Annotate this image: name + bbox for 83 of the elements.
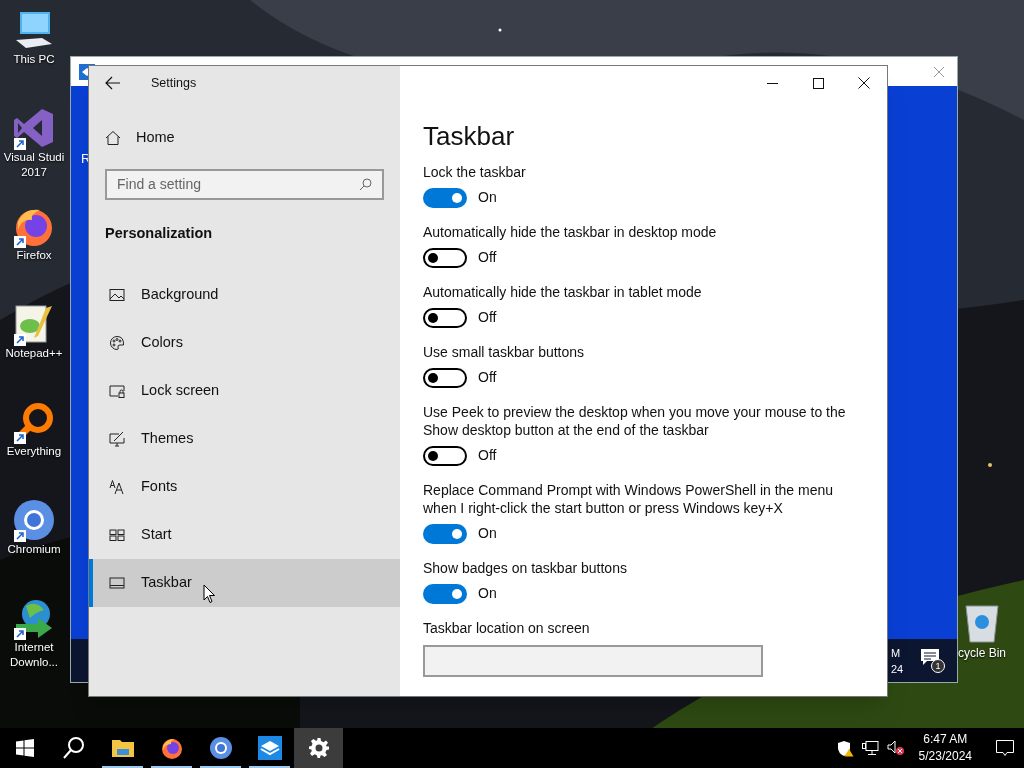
- fox-globe-icon: [159, 736, 184, 760]
- desktop-icon-label[interactable]: Visual Studi 2017: [0, 150, 68, 180]
- search-icon: [359, 178, 372, 191]
- nav-item[interactable]: Background: [89, 270, 400, 319]
- shield-warning-icon[interactable]: [836, 739, 854, 757]
- notification-badge: 1: [931, 658, 945, 673]
- windows-logo-icon: [15, 739, 34, 757]
- taskbar-icon: [109, 574, 125, 591]
- tiles-icon: [109, 526, 125, 543]
- nav-item[interactable]: Colors: [89, 318, 400, 367]
- back-arrow-icon[interactable]: [105, 75, 121, 91]
- toggle-status: Off: [478, 368, 497, 387]
- nav-item[interactable]: Start: [89, 510, 400, 559]
- settings-icon: [308, 738, 329, 758]
- close-icon[interactable]: [933, 65, 945, 78]
- setting-label: Use Peek to preview the desktop when you move your mouse to the Show desktop button at the end of the taskbar: [423, 403, 847, 439]
- infinity-ribbon-icon: [12, 106, 56, 150]
- toggle-switch[interactable]: [423, 367, 467, 388]
- clock-time: M: [891, 645, 901, 661]
- desktop-icon-label[interactable]: Everything: [6, 444, 62, 459]
- taskbar-button[interactable]: [294, 728, 343, 768]
- shortcut-arrow-icon: [14, 628, 26, 640]
- action-center-icon[interactable]: [996, 739, 1014, 757]
- shortcut-arrow-icon: [14, 530, 26, 542]
- setting-label: Replace Command Prompt with Windows PowerShell in the menu when I right-click the start button or press Windows key+X: [423, 481, 835, 517]
- message-icon[interactable]: [921, 648, 939, 665]
- brush-monitor-icon: [109, 430, 125, 447]
- nav-item[interactable]: Themes: [89, 414, 400, 463]
- desktop-icon-label[interactable]: Notepad++: [5, 346, 63, 361]
- network-icon[interactable]: [861, 740, 879, 756]
- toggle-switch[interactable]: [423, 307, 467, 328]
- setting-label: Automatically hide the taskbar in tablet mode: [423, 283, 703, 301]
- toggle-status: On: [478, 524, 497, 543]
- setting-label: Taskbar location on screen: [423, 619, 591, 637]
- search-placeholder: Find a setting: [117, 175, 202, 194]
- location-dropdown[interactable]: [423, 645, 763, 677]
- toggle-switch[interactable]: [423, 247, 467, 268]
- window-title: Settings: [151, 74, 197, 92]
- search-icon: [61, 736, 86, 760]
- nav-item[interactable]: Fonts: [89, 462, 400, 511]
- image-icon: [109, 286, 125, 303]
- toggle-status: Off: [478, 446, 497, 465]
- page-title: Taskbar: [423, 120, 516, 152]
- fonts-icon: [109, 478, 125, 495]
- toggle-switch[interactable]: [423, 187, 467, 208]
- setting-label: Use small taskbar buttons: [423, 343, 586, 361]
- maximize-icon: [812, 77, 824, 89]
- desktop-icon-label[interactable]: cycle Bin: [958, 644, 1006, 662]
- mouse-cursor-icon: [203, 584, 216, 604]
- shortcut-arrow-icon: [14, 236, 26, 248]
- shortcut-arrow-icon: [14, 334, 26, 346]
- home-icon: [105, 130, 121, 146]
- shortcut-arrow-icon: [14, 138, 26, 150]
- home-link[interactable]: Home: [89, 117, 400, 159]
- close-icon: [858, 77, 870, 89]
- desktop-icon-label[interactable]: Chromium: [7, 542, 61, 557]
- desktop-icon-label[interactable]: This PC: [13, 52, 55, 67]
- chromium-icon: [12, 498, 56, 542]
- setting-label: Lock the taskbar: [423, 163, 527, 181]
- section-heading: Personalization: [105, 224, 214, 243]
- toggle-status: Off: [478, 308, 497, 327]
- nav-item[interactable]: Lock screen: [89, 366, 400, 415]
- minimize-icon: [766, 82, 778, 84]
- toggle-switch[interactable]: [423, 523, 467, 544]
- chromium-icon: [208, 736, 233, 760]
- toggle-switch[interactable]: [423, 583, 467, 604]
- muted-speaker-icon[interactable]: [886, 740, 905, 756]
- toggle-switch[interactable]: [423, 445, 467, 466]
- box-icon: [257, 736, 282, 760]
- clock-date: 24: [891, 661, 904, 677]
- toggle-status: On: [478, 188, 497, 207]
- desktop-icon-label[interactable]: Internet Downlo...: [0, 640, 68, 670]
- search-field[interactable]: Find a setting: [105, 169, 384, 200]
- desktop-icon-label[interactable]: Firefox: [16, 248, 52, 263]
- lock-screen-icon: [109, 382, 125, 399]
- palette-icon: [109, 334, 125, 351]
- nav-item[interactable]: Taskbar: [89, 558, 400, 607]
- shortcut-arrow-icon: [14, 432, 26, 444]
- toggle-status: On: [478, 584, 497, 603]
- setting-label: Show badges on taskbar buttons: [423, 559, 628, 577]
- toggle-status: Off: [478, 248, 497, 267]
- setting-label: Automatically hide the taskbar in desktop mode: [423, 223, 718, 241]
- clock[interactable]: 6:47 AM 5/23/2024: [912, 731, 978, 765]
